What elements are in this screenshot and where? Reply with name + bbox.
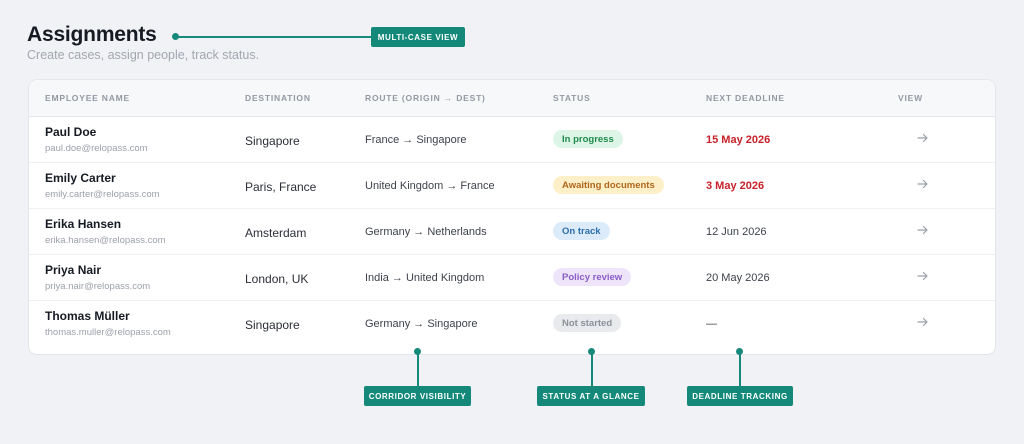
employee-email: priya.nair@relopass.com <box>45 281 151 292</box>
assignments-table: EMPLOYEE NAME DESTINATION ROUTE (ORIGIN … <box>28 79 996 355</box>
annotation-line <box>416 351 419 386</box>
next-deadline: — <box>706 318 717 330</box>
status-badge: Awaiting documents <box>553 176 664 194</box>
column-header-status[interactable]: STATUS <box>553 93 591 103</box>
table-row[interactable]: Emily Carter emily.carter@relopass.com Par… <box>29 163 995 209</box>
arrow-right-icon[interactable] <box>915 314 931 330</box>
annotation-tag-status: STATUS AT A GLANCE <box>537 386 645 406</box>
table-header: EMPLOYEE NAME DESTINATION ROUTE (ORIGIN … <box>29 80 995 117</box>
annotation-line <box>176 36 372 38</box>
column-header-route[interactable]: ROUTE (ORIGIN → DEST) <box>365 93 486 103</box>
table-row[interactable]: Priya Nair priya.nair@relopass.com London,… <box>29 255 995 301</box>
table-row[interactable]: Thomas Müller thomas.muller@relopass.com S… <box>29 301 995 347</box>
annotation-tag-multi-case: MULTI-CASE VIEW <box>371 27 465 47</box>
employee-name[interactable]: Paul Doe <box>45 125 96 139</box>
route: France → Singapore <box>365 134 467 146</box>
column-header-destination[interactable]: DESTINATION <box>245 93 311 103</box>
route: Germany → Netherlands <box>365 226 487 238</box>
next-deadline: 20 May 2026 <box>706 272 770 284</box>
status-badge: Policy review <box>553 268 632 286</box>
status-badge: In progress <box>553 130 623 148</box>
page-title: Assignments <box>27 23 157 46</box>
annotation-tag-deadline: DEADLINE TRACKING <box>687 386 793 406</box>
destination: Amsterdam <box>245 226 307 240</box>
column-header-deadline[interactable]: NEXT DEADLINE <box>706 93 785 103</box>
next-deadline: 12 Jun 2026 <box>706 226 767 238</box>
arrow-right-icon[interactable] <box>915 268 931 284</box>
employee-email: paul.doe@relopass.com <box>45 143 148 154</box>
annotation-line <box>738 351 741 386</box>
destination: Singapore <box>245 134 300 148</box>
annotation-line <box>590 351 593 386</box>
employee-email: thomas.muller@relopass.com <box>45 327 171 338</box>
next-deadline: 15 May 2026 <box>706 134 771 146</box>
page-subtitle: Create cases, assign people, track statu… <box>27 48 260 62</box>
table-row[interactable]: Erika Hansen erika.hansen@relopass.com Ams… <box>29 209 995 255</box>
column-header-employee[interactable]: EMPLOYEE NAME <box>45 93 130 103</box>
next-deadline: 3 May 2026 <box>706 180 765 192</box>
annotation-tag-corridor: CORRIDOR VISIBILITY <box>364 386 471 406</box>
status-badge: Not started <box>553 314 622 332</box>
route: United Kingdom → France <box>365 180 495 192</box>
employee-name[interactable]: Erika Hansen <box>45 217 121 231</box>
destination: London, UK <box>245 272 309 286</box>
column-header-view: VIEW <box>898 93 923 103</box>
employee-email: erika.hansen@relopass.com <box>45 235 166 246</box>
employee-name[interactable]: Priya Nair <box>45 263 101 277</box>
employee-name[interactable]: Thomas Müller <box>45 309 130 323</box>
employee-name[interactable]: Emily Carter <box>45 171 116 185</box>
arrow-right-icon[interactable] <box>915 222 931 238</box>
destination: Singapore <box>245 318 300 332</box>
table-row[interactable]: Paul Doe paul.doe@relopass.com Singapore Fr… <box>29 117 995 163</box>
status-badge: On track <box>553 222 610 240</box>
destination: Paris, France <box>245 180 317 194</box>
arrow-right-icon[interactable] <box>915 176 931 192</box>
employee-email: emily.carter@relopass.com <box>45 189 160 200</box>
route: India → United Kingdom <box>365 272 485 284</box>
arrow-right-icon[interactable] <box>915 130 931 146</box>
route: Germany → Singapore <box>365 318 478 330</box>
